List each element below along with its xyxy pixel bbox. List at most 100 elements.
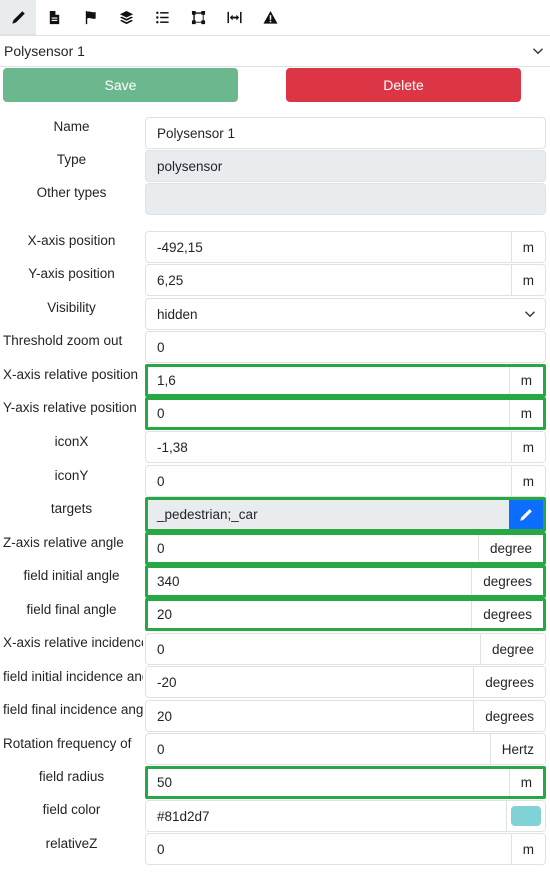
- horizontal-measure-icon: [226, 11, 242, 24]
- tool-flag[interactable]: [72, 0, 108, 35]
- field-initial-incidence-label: field initial incidence angle: [3, 669, 143, 684]
- flag-icon: [85, 10, 96, 25]
- y-position-value: 6,25: [157, 272, 184, 288]
- field-radius-label: field radius: [38, 769, 105, 784]
- tool-warning[interactable]: [252, 0, 288, 35]
- field-final-angle-field[interactable]: 20 degrees: [145, 598, 546, 631]
- field-radius-unit: m: [508, 769, 543, 796]
- document-icon: [49, 10, 59, 25]
- bounding-box-icon: [191, 10, 205, 25]
- threshold-zoom-out-label: Threshold zoom out: [3, 333, 123, 348]
- pencil-icon: [11, 10, 25, 24]
- relative-z-value: 0: [157, 841, 165, 857]
- list-icon: [155, 11, 169, 24]
- visibility-select[interactable]: hidden: [145, 298, 546, 330]
- rotation-frequency-unit: Hertz: [489, 734, 545, 764]
- field-initial-angle-unit: degrees: [471, 568, 543, 595]
- visibility-label: Visibility: [47, 300, 96, 315]
- x-relative-field[interactable]: 1,6 m: [145, 364, 546, 397]
- y-position-unit: m: [510, 265, 545, 295]
- layers-icon: [119, 10, 133, 25]
- object-selector[interactable]: Polysensor 1: [0, 35, 550, 67]
- x-position-unit: m: [510, 232, 545, 262]
- visibility-value: hidden: [157, 306, 198, 322]
- tool-list[interactable]: [144, 0, 180, 35]
- field-initial-angle-label: field initial angle: [23, 568, 120, 583]
- y-relative-unit: m: [508, 400, 543, 427]
- icon-x-field[interactable]: -1,38 m: [145, 431, 546, 463]
- threshold-zoom-out-value: 0: [157, 339, 165, 355]
- z-relative-angle-value: 0: [157, 541, 165, 556]
- pencil-icon: [520, 508, 532, 521]
- x-relative-label: X-axis relative position: [3, 367, 139, 382]
- other-types-label: Other types: [36, 185, 107, 200]
- field-final-angle-unit: degrees: [471, 601, 543, 628]
- icon-y-value: 0: [157, 473, 165, 489]
- z-relative-angle-unit: degree: [477, 535, 543, 562]
- icon-y-field[interactable]: 0 m: [145, 465, 546, 497]
- x-position-value: -492,15: [157, 239, 203, 255]
- y-relative-field[interactable]: 0 m: [145, 397, 546, 430]
- field-initial-incidence-unit: degrees: [473, 667, 545, 697]
- rotation-frequency-field[interactable]: 0 Hertz: [145, 733, 546, 765]
- field-final-incidence-unit: degrees: [473, 701, 545, 731]
- name-label: Name: [53, 119, 90, 134]
- field-final-incidence-label: field final incidence angle: [3, 702, 143, 717]
- y-position-label: Y-axis position: [28, 266, 115, 281]
- tool-layers[interactable]: [108, 0, 144, 35]
- y-position-field[interactable]: 6,25 m: [145, 264, 546, 296]
- field-radius-value: 50: [157, 775, 173, 790]
- tool-edit[interactable]: [0, 0, 36, 35]
- rotation-frequency-value: 0: [157, 741, 165, 757]
- x-relative-unit: m: [508, 367, 543, 394]
- icon-x-unit: m: [510, 432, 545, 462]
- relative-z-unit: m: [510, 834, 545, 864]
- x-position-field[interactable]: -492,15 m: [145, 231, 546, 263]
- threshold-zoom-out-field[interactable]: 0: [145, 331, 546, 363]
- field-final-incidence-value: 20: [157, 708, 173, 724]
- other-types-field: [145, 183, 546, 215]
- chevron-down-icon: [525, 311, 535, 318]
- name-value: Polysensor 1: [157, 125, 236, 141]
- z-relative-angle-label: Z-axis relative angle: [3, 535, 124, 550]
- field-final-incidence-field[interactable]: 20 degrees: [145, 700, 546, 732]
- field-radius-field[interactable]: 50 m: [145, 766, 546, 799]
- field-color-field[interactable]: #81d2d7: [145, 800, 546, 832]
- name-field[interactable]: Polysensor 1: [145, 117, 546, 149]
- y-relative-label: Y-axis relative position: [3, 400, 137, 415]
- object-selector-value: Polysensor 1: [4, 43, 85, 59]
- x-relative-incidence-field[interactable]: 0 degree: [145, 633, 546, 665]
- chevron-down-icon: [533, 48, 543, 55]
- field-color-value: #81d2d7: [157, 808, 210, 824]
- color-swatch-button[interactable]: [506, 801, 545, 831]
- x-relative-incidence-label: X-axis relative incidence: [3, 635, 143, 650]
- field-initial-angle-field[interactable]: 340 degrees: [145, 565, 546, 598]
- tool-document[interactable]: [36, 0, 72, 35]
- color-swatch: [511, 806, 541, 826]
- x-relative-value: 1,6: [157, 373, 176, 388]
- targets-field: _pedestrian;_car: [145, 497, 546, 532]
- x-relative-incidence-unit: degree: [479, 634, 545, 664]
- tool-measure[interactable]: [216, 0, 252, 35]
- x-position-label: X-axis position: [27, 233, 116, 248]
- save-button[interactable]: Save: [3, 68, 238, 102]
- y-relative-value: 0: [157, 406, 165, 421]
- toolbar: [0, 0, 550, 35]
- relative-z-field[interactable]: 0 m: [145, 833, 546, 865]
- edit-targets-button[interactable]: [509, 500, 543, 529]
- tool-shape[interactable]: [180, 0, 216, 35]
- delete-button[interactable]: Delete: [286, 68, 521, 102]
- field-final-angle-label: field final angle: [26, 602, 117, 617]
- targets-value: _pedestrian;_car: [157, 507, 258, 522]
- type-value: polysensor: [157, 158, 223, 174]
- x-relative-incidence-value: 0: [157, 641, 165, 657]
- relative-z-label: relativeZ: [45, 836, 98, 851]
- warning-icon: [262, 10, 278, 24]
- type-field: polysensor: [145, 150, 546, 182]
- z-relative-angle-field[interactable]: 0 degree: [145, 532, 546, 565]
- field-initial-incidence-value: -20: [157, 674, 177, 690]
- rotation-frequency-label: Rotation frequency of: [3, 736, 132, 751]
- field-initial-incidence-field[interactable]: -20 degrees: [145, 666, 546, 698]
- icon-y-label: iconY: [54, 468, 89, 483]
- icon-y-unit: m: [510, 466, 545, 496]
